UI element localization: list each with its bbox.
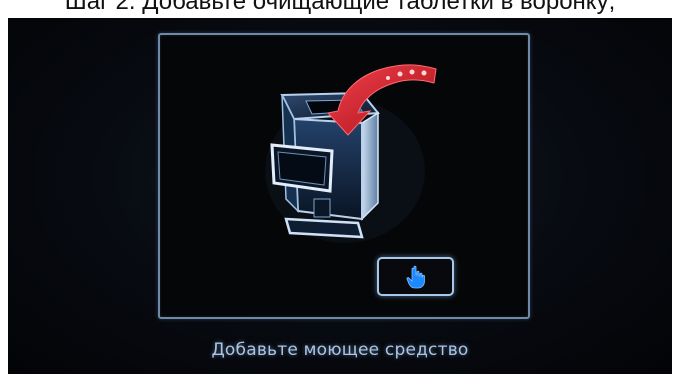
status-message: Добавьте моющее средство bbox=[211, 340, 469, 360]
photo-frame: Шаг 2. Добавьте очищающие таблетки в вор… bbox=[0, 0, 680, 374]
instruction-panel bbox=[158, 33, 530, 319]
confirm-button[interactable] bbox=[377, 257, 454, 296]
step-caption: Шаг 2. Добавьте очищающие таблетки в вор… bbox=[64, 0, 616, 15]
coffee-machine-add-tablet-icon bbox=[265, 64, 437, 243]
hand-pointer-icon bbox=[406, 265, 425, 288]
machine-display: Добавьте моющее средство bbox=[8, 18, 672, 374]
